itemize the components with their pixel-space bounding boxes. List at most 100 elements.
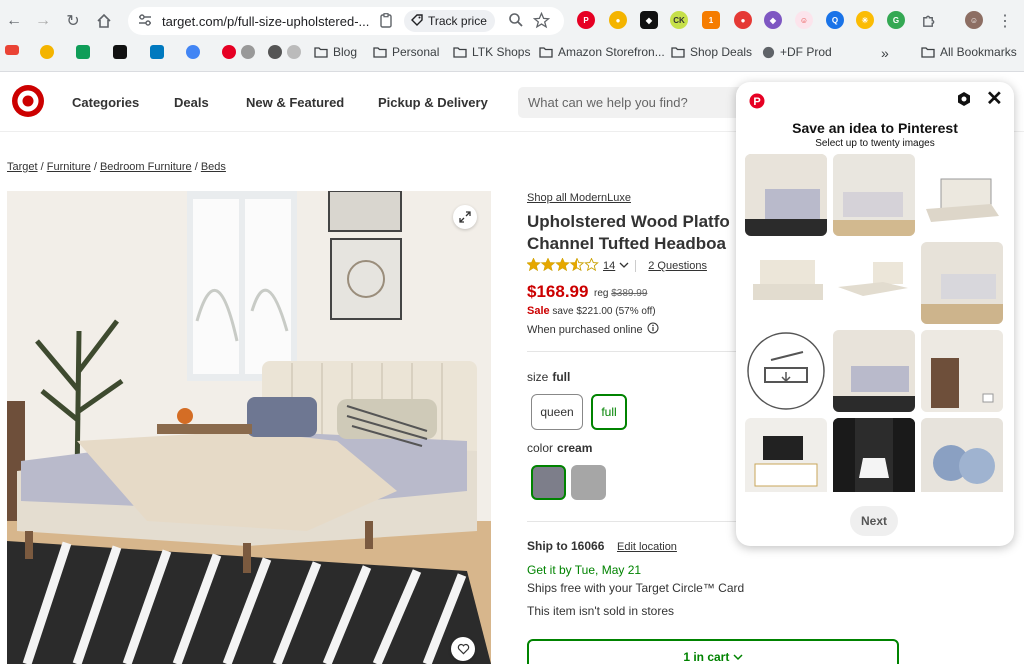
bookmarks-bar: Blog Personal LTK Shops Amazon Storefron…	[0, 42, 1024, 64]
shop-all-brand-link[interactable]: Shop all ModernLuxe	[527, 192, 631, 204]
heart-icon	[457, 643, 469, 655]
url-text[interactable]: target.com/p/full-size-upholstered-...	[162, 14, 369, 29]
pinterest-title: Save an idea to Pinterest	[792, 120, 958, 136]
nav-pickup-delivery[interactable]: Pickup & Delivery	[378, 95, 488, 110]
nav-deals[interactable]: Deals	[174, 95, 209, 110]
chevron-down-icon[interactable]	[619, 260, 629, 272]
pinterest-extension-icon[interactable]: P	[577, 11, 595, 29]
sale-info: Sale save $221.00 (57% off)	[527, 305, 656, 317]
bookmark-folder-ltk-shops[interactable]: LTK Shops	[453, 45, 530, 59]
image-thumbnail[interactable]	[745, 418, 827, 492]
favorite-button[interactable]	[451, 637, 475, 661]
site-settings-icon[interactable]	[138, 13, 152, 32]
expand-image-button[interactable]	[453, 205, 477, 229]
image-grid	[745, 154, 1005, 492]
expand-icon	[459, 211, 471, 223]
bookmark-df-prod[interactable]: +DF Prod	[762, 45, 832, 59]
breadcrumb-furniture[interactable]: Furniture	[47, 161, 91, 173]
nav-new-featured[interactable]: New & Featured	[246, 95, 344, 110]
bookmark-folder-blog[interactable]: Blog	[314, 45, 357, 59]
forward-icon[interactable]: →	[32, 10, 54, 32]
bookmark-folder-shop-deals[interactable]: Shop Deals	[671, 45, 752, 59]
reload-icon[interactable]: ↻	[62, 10, 84, 32]
extension-icon[interactable]: ☺	[795, 11, 813, 29]
extension-icon[interactable]: ●	[734, 11, 752, 29]
rating-count[interactable]: 14	[603, 260, 615, 272]
bookmark-icon[interactable]	[186, 45, 200, 59]
info-icon[interactable]	[647, 322, 659, 337]
extension-icon[interactable]: ◆	[640, 11, 658, 29]
bookmark-icon[interactable]	[40, 45, 54, 59]
svg-text:P: P	[753, 96, 760, 108]
breadcrumb-beds[interactable]: Beds	[201, 161, 226, 173]
close-icon[interactable]: ✕	[986, 89, 1003, 109]
rating-stars[interactable]	[527, 257, 599, 274]
product-image[interactable]	[7, 191, 491, 664]
size-option-full[interactable]: full	[591, 394, 627, 430]
extension-icon[interactable]: ●	[609, 11, 627, 29]
bookmark-folder-amazon[interactable]: Amazon Storefron...	[539, 45, 665, 59]
globe-icon	[762, 46, 775, 58]
back-icon[interactable]: ←	[3, 10, 25, 32]
folder-icon	[539, 47, 553, 58]
size-option-queen[interactable]: queen	[531, 394, 583, 430]
puzzle-icon[interactable]	[917, 10, 939, 32]
chevron-down-icon	[733, 654, 743, 661]
next-button[interactable]: Next	[850, 506, 898, 536]
extension-icon[interactable]: ◆	[764, 11, 782, 29]
image-thumbnail[interactable]	[921, 242, 1003, 324]
menu-kebab-icon[interactable]: ⋮	[994, 10, 1016, 32]
purchased-online-note: When purchased online	[527, 322, 659, 337]
image-thumbnail[interactable]	[745, 242, 827, 324]
bookmark-star-icon[interactable]	[532, 11, 551, 34]
track-price-button[interactable]: Track price	[404, 10, 495, 32]
more-bookmarks-button[interactable]: »	[881, 45, 889, 61]
image-thumbnail[interactable]	[745, 330, 827, 412]
trello-bookmark[interactable]	[150, 45, 164, 59]
image-thumbnail[interactable]	[833, 330, 915, 412]
breadcrumb-bedroom-furniture[interactable]: Bedroom Furniture	[100, 161, 192, 173]
all-bookmarks-button[interactable]: All Bookmarks	[921, 45, 1017, 59]
extension-icon[interactable]: ✳	[856, 11, 874, 29]
regular-price: reg $389.99	[594, 288, 648, 299]
track-price-label: Track price	[428, 14, 487, 28]
profile-avatar[interactable]: ☺	[965, 11, 983, 29]
bookmark-icon[interactable]	[268, 45, 301, 59]
rating-row: 14 2 Questions	[527, 257, 707, 274]
questions-link[interactable]: 2 Questions	[648, 260, 707, 272]
breadcrumb-target[interactable]: Target	[7, 161, 38, 173]
extension-icon[interactable]: G	[887, 11, 905, 29]
bookmark-folder-personal[interactable]: Personal	[373, 45, 439, 59]
settings-icon[interactable]	[956, 91, 972, 112]
search-input[interactable]: What can we help you find?	[518, 87, 748, 118]
extension-icon[interactable]: CK	[670, 11, 688, 29]
gmail-bookmark[interactable]	[5, 45, 19, 55]
extension-icon[interactable]: Q	[826, 11, 844, 29]
color-swatch-gray[interactable]	[571, 465, 606, 500]
color-swatch-cream[interactable]	[531, 465, 566, 500]
image-thumbnail[interactable]	[921, 418, 1003, 492]
nav-categories[interactable]: Categories	[72, 95, 139, 110]
edit-location-link[interactable]: Edit location	[617, 541, 677, 553]
shipping-note: Ships free with your Target Circle™ Card	[527, 581, 745, 595]
target-logo[interactable]	[11, 84, 45, 123]
image-thumbnail[interactable]	[745, 154, 827, 236]
sale-label: Sale	[527, 305, 550, 317]
home-icon[interactable]	[93, 10, 115, 32]
pinterest-bookmark[interactable]	[222, 45, 255, 59]
extension-icon[interactable]: 1	[702, 11, 720, 29]
image-thumbnail[interactable]	[833, 418, 915, 492]
image-thumbnail[interactable]	[921, 330, 1003, 412]
zoom-icon[interactable]	[508, 12, 524, 33]
address-bar[interactable]: target.com/p/full-size-upholstered-... T…	[128, 7, 564, 35]
clipboard-icon[interactable]	[380, 13, 392, 33]
image-thumbnail[interactable]	[833, 242, 915, 324]
notion-bookmark[interactable]	[113, 45, 127, 59]
image-thumbnail[interactable]	[921, 154, 1003, 236]
color-label: color cream	[527, 441, 593, 455]
ship-to-label: Ship to 16066	[527, 539, 605, 553]
image-thumbnail[interactable]	[833, 154, 915, 236]
in-cart-button[interactable]: 1 in cart	[527, 639, 899, 664]
folder-icon	[453, 47, 467, 58]
drive-bookmark[interactable]	[76, 45, 90, 59]
